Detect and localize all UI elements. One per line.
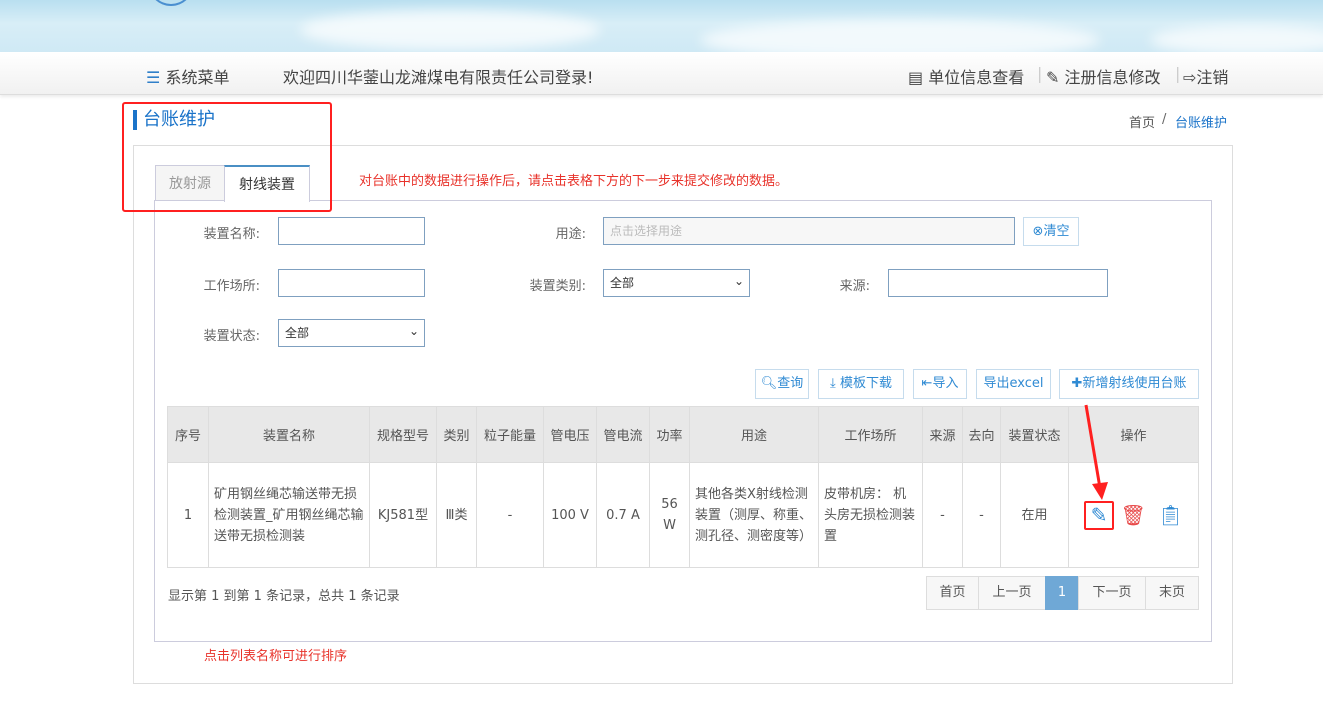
column-header[interactable]: 管电流 <box>596 406 650 463</box>
column-header[interactable]: 来源 <box>922 406 963 463</box>
column-header[interactable]: 管电压 <box>543 406 597 463</box>
search-icon: 🔍︎ <box>760 376 778 391</box>
cell-index: 1 <box>167 462 209 568</box>
category-label: 装置类别: <box>529 279 586 294</box>
usage-input[interactable]: 点击选择用途 <box>603 217 1015 245</box>
trash-icon[interactable]: 🗑︎ <box>1120 503 1145 527</box>
workplace-label: 工作场所: <box>203 279 260 294</box>
query-button[interactable]: 🔍︎查询 <box>755 369 809 399</box>
close-circle-icon: ⊗ <box>1032 224 1044 239</box>
column-header[interactable]: 序号 <box>167 406 209 463</box>
workplace-input[interactable] <box>278 269 425 297</box>
column-header[interactable]: 装置状态 <box>1000 406 1069 463</box>
cell-source: - <box>922 462 963 568</box>
export-excel-button[interactable]: 导出excel <box>976 369 1051 399</box>
logout-link[interactable]: ⇨注销 <box>1183 64 1228 88</box>
category-select[interactable]: 全部 ⌄ <box>603 269 750 297</box>
clear-button[interactable]: ⊗清空 <box>1023 217 1079 246</box>
cell-workplace: 皮带机房： 机头房无损检测装置 <box>818 462 923 568</box>
page-prev[interactable]: 上一页 <box>978 576 1046 610</box>
breadcrumb-separator: / <box>1162 112 1167 127</box>
tab-ray-device[interactable]: 射线装置 <box>224 165 310 202</box>
download-icon: ⤓ <box>830 376 836 391</box>
column-header[interactable]: 工作场所 <box>818 406 923 463</box>
cell-current: 0.7 A <box>596 462 650 568</box>
cell-model: KJ581型 <box>369 462 437 568</box>
page-last[interactable]: 末页 <box>1145 576 1199 610</box>
document-icon: ▤ <box>908 68 924 87</box>
welcome-text: 欢迎四川华蓥山龙滩煤电有限责任公司登录! <box>283 68 594 87</box>
template-download-button[interactable]: ⤓ 模板下载 <box>818 369 904 399</box>
column-header[interactable]: 功率 <box>649 406 690 463</box>
page-1[interactable]: 1 <box>1045 576 1079 610</box>
page-next[interactable]: 下一页 <box>1078 576 1146 610</box>
import-icon: ⇤ <box>921 376 933 391</box>
chevron-down-icon: ⌄ <box>408 324 419 338</box>
sign-out-icon: ⇨ <box>1183 68 1197 87</box>
divider: | <box>1175 64 1181 83</box>
cell-usage: 其他各类X射线检测装置（测厚、称重、测孔径、测密度等） <box>689 462 819 568</box>
sort-hint: 点击列表名称可进行排序 <box>204 649 348 664</box>
record-summary: 显示第 1 到第 1 条记录，总共 1 条记录 <box>168 589 400 604</box>
cell-power: 56 W <box>649 462 690 568</box>
column-header[interactable]: 用途 <box>689 406 819 463</box>
table-row: 1 矿用钢丝绳芯输送带无损检测装置_矿用钢丝绳芯输送带无损检测装 KJ581型 … <box>167 462 1199 568</box>
breadcrumb-current: 台账维护 <box>1175 116 1228 131</box>
cell-status: 在用 <box>1000 462 1069 568</box>
cell-category: Ⅲ类 <box>436 462 477 568</box>
column-header[interactable]: 去向 <box>962 406 1001 463</box>
usage-label: 用途: <box>555 227 586 242</box>
device-name-label: 装置名称: <box>203 227 260 242</box>
cell-device-name: 矿用钢丝绳芯输送带无损检测装置_矿用钢丝绳芯输送带无损检测装 <box>208 462 370 568</box>
header-banner <box>0 0 1323 60</box>
notice-text: 对台账中的数据进行操作后，请点击表格下方的下一步来提交修改的数据。 <box>359 174 789 189</box>
import-button[interactable]: ⇤导入 <box>913 369 967 399</box>
column-header[interactable]: 规格型号 <box>369 406 437 463</box>
device-name-input[interactable] <box>278 217 425 245</box>
source-input[interactable] <box>888 269 1108 297</box>
divider: | <box>1037 64 1043 83</box>
device-table: 序号 装置名称 规格型号 类别 粒子能量 管电压 管电流 功率 用途 工作场所 来源 去向 装置状态 操作… <box>167 406 1199 568</box>
list-icon: ☰ <box>146 68 161 87</box>
clipboard-icon[interactable]: 📋︎ <box>1158 503 1183 527</box>
chevron-down-icon: ⌄ <box>733 274 744 288</box>
annotation-arrow <box>1084 404 1108 500</box>
unit-info-link[interactable]: ▤ 单位信息查看 <box>908 64 1024 88</box>
cell-voltage: 100 V <box>543 462 597 568</box>
column-header[interactable]: 类别 <box>436 406 477 463</box>
status-select[interactable]: 全部 ⌄ <box>278 319 425 347</box>
page-first[interactable]: 首页 <box>926 576 979 610</box>
system-menu-button[interactable]: ☰ 系统菜单 <box>146 64 229 88</box>
plus-icon: ✚ <box>1071 376 1083 391</box>
top-nav: ☰ 系统菜单 欢迎四川华蓥山龙滩煤电有限责任公司登录! ▤ 单位信息查看 | ✎… <box>0 52 1323 95</box>
cell-destination: - <box>962 462 1001 568</box>
column-header[interactable]: 装置名称 <box>208 406 370 463</box>
status-label: 装置状态: <box>203 329 260 344</box>
add-ray-ledger-button[interactable]: ✚新增射线使用台账 <box>1059 369 1199 399</box>
edit-registration-link[interactable]: ✎ 注册信息修改 <box>1046 64 1161 88</box>
column-header[interactable]: 粒子能量 <box>476 406 544 463</box>
breadcrumb-home[interactable]: 首页 <box>1129 112 1155 131</box>
source-label: 来源: <box>839 279 870 294</box>
pencil-icon: ✎ <box>1046 68 1060 87</box>
cell-particle-energy: - <box>476 462 544 568</box>
